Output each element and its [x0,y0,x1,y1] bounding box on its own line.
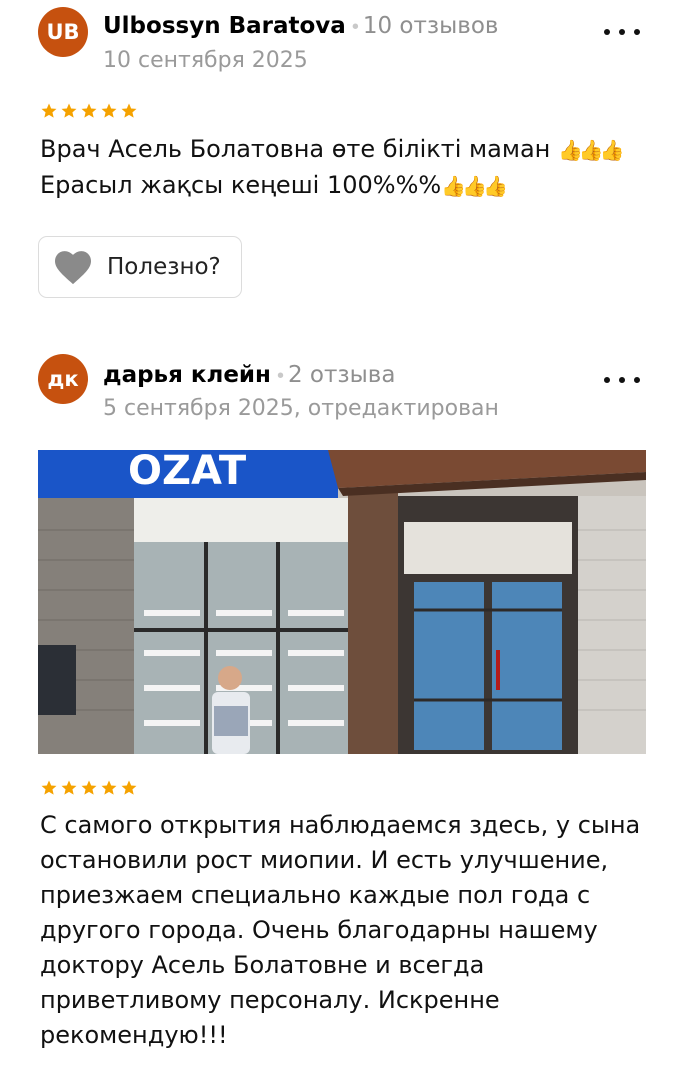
author-name[interactable]: дарья клейн [103,362,271,388]
storefront-photo: OZAT [38,450,646,754]
rating-stars [40,102,138,120]
review-text: Врач Асель Болатовна өте білікті маман 👍… [40,132,650,204]
star-icon [41,103,57,118]
star-icon [121,780,137,795]
helpful-label: Полезно? [107,254,221,280]
review-text-line-1: Врач Асель Болатовна өте білікті маман [40,135,551,163]
star-icon [121,103,137,118]
rating-stars [40,779,138,797]
thumbs-up-icon: 👍👍👍 [558,138,625,162]
heart-icon [55,251,91,285]
star-icon [61,103,77,118]
star-icon [101,780,117,795]
star-icon [81,780,97,795]
review-text: С самого открытия наблюдаемся здесь, у с… [40,811,641,1049]
star-icon [41,780,57,795]
sign-text: OZAT [128,450,247,494]
thumbs-up-icon: 👍👍👍 [441,174,508,198]
review-photo[interactable]: OZAT [38,450,646,754]
star-icon [81,103,97,118]
review-card-1: UB Ulbossyn Baratova • 10 отзывов 10 сентя… [0,0,684,320]
review-count: 2 отзыва [287,362,396,388]
review-text-line-2: Ерасыл жақсы кеңеші 100%%% [40,171,442,199]
author-line: дарья клейн • 2 отзыва [103,360,395,390]
star-icon [101,103,117,118]
author-name[interactable]: Ulbossyn Baratova [103,13,346,39]
star-icon [61,780,77,795]
review-count: 10 отзывов [362,13,499,39]
avatar[interactable]: дк [38,354,88,404]
avatar[interactable]: UB [38,7,88,57]
separator-dot: • [276,365,284,387]
separator-dot: • [351,16,359,38]
helpful-button[interactable]: Полезно? [38,236,242,298]
more-dots-icon[interactable] [604,370,640,390]
author-line: Ulbossyn Baratova • 10 отзывов [103,11,498,41]
review-date: 5 сентября 2025, отредактирован [103,396,499,421]
more-dots-icon[interactable] [604,22,640,42]
review-date: 10 сентября 2025 [103,48,308,73]
